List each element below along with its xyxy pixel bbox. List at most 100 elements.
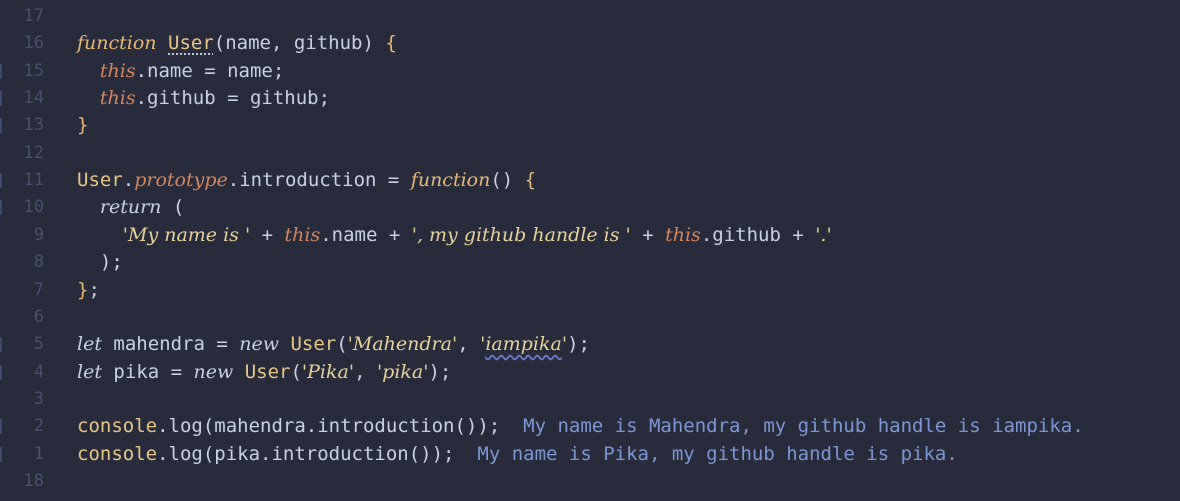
code-token: ; bbox=[88, 278, 100, 301]
code-line[interactable]: 10 return ( bbox=[0, 194, 1180, 221]
code-token: . bbox=[122, 169, 135, 192]
code-line[interactable]: 11 User.prototype.introduction = function… bbox=[0, 167, 1180, 194]
line-number: 11 bbox=[23, 170, 44, 191]
line-number: 15 bbox=[23, 60, 44, 81]
code-text: function User(name, github) { bbox=[77, 30, 397, 57]
line-number: 13 bbox=[23, 115, 44, 136]
code-line[interactable]: 3 bbox=[0, 386, 1180, 413]
line-number: 17 bbox=[23, 6, 44, 26]
code-token: this bbox=[665, 223, 701, 246]
code-text: 'My name is ' + this.name + ', my github… bbox=[77, 222, 832, 249]
code-token: () bbox=[490, 169, 525, 192]
line-number: 10 bbox=[23, 197, 44, 218]
line-number: 8 bbox=[33, 252, 44, 273]
code-line[interactable]: 18 bbox=[0, 468, 1180, 495]
code-token: new bbox=[193, 360, 234, 383]
code-text: let pika = new User('Pika', 'pika'); bbox=[77, 359, 451, 386]
code-token: '.' bbox=[815, 223, 832, 246]
code-token: pika = bbox=[101, 360, 194, 383]
code-text: let mahendra = new User('Mahendra', 'iam… bbox=[77, 331, 590, 358]
code-line[interactable]: 13} bbox=[0, 112, 1180, 139]
inline-output: My name is Pika, my github handle is pik… bbox=[454, 442, 958, 465]
code-token: { bbox=[524, 169, 537, 192]
line-number: 6 bbox=[33, 306, 44, 327]
code-text: return ( bbox=[77, 194, 184, 221]
code-line[interactable]: 16 function User(name, github) { bbox=[0, 30, 1180, 57]
line-number: 5 bbox=[33, 334, 44, 355]
code-token: User bbox=[77, 169, 123, 192]
code-token: console bbox=[77, 442, 158, 465]
code-token: prototype bbox=[134, 169, 228, 192]
code-token: .log(pika.introduction()); bbox=[157, 442, 455, 465]
code-text: console.log(mahendra.introduction()); My… bbox=[77, 413, 1084, 440]
code-token: .name + bbox=[320, 223, 412, 246]
code-text: } bbox=[77, 112, 88, 139]
code-token: ( bbox=[290, 360, 302, 383]
code-token: ); bbox=[567, 333, 590, 356]
code-line[interactable]: 14 this.github = github; bbox=[0, 85, 1180, 112]
code-token: User bbox=[168, 32, 214, 55]
code-token: ( bbox=[161, 196, 185, 219]
code-token: .github + bbox=[700, 223, 816, 246]
code-token: let bbox=[77, 360, 102, 383]
code-line[interactable]: 7}; bbox=[0, 277, 1180, 304]
code-token: , bbox=[354, 360, 377, 383]
code-token: 'Mahendra' bbox=[347, 333, 458, 356]
code-line[interactable]: 12 bbox=[0, 140, 1180, 167]
code-text: }; bbox=[77, 277, 100, 304]
code-token: ); bbox=[77, 251, 123, 274]
code-token: .name = name; bbox=[135, 59, 285, 82]
code-token: function bbox=[410, 169, 491, 192]
line-number: 9 bbox=[33, 224, 44, 245]
code-token: function bbox=[77, 32, 157, 55]
code-line[interactable]: 5 let mahendra = new User('Mahendra', 'ia… bbox=[0, 331, 1180, 358]
inline-output: My name is Mahendra, my github handle is… bbox=[500, 415, 1084, 438]
code-token: } bbox=[77, 114, 89, 137]
code-token: mahendra = bbox=[101, 333, 240, 356]
code-editor[interactable]: 17 16 function User(name, github) {15 this… bbox=[0, 0, 1180, 501]
code-token: this bbox=[99, 87, 136, 110]
line-number: 18 bbox=[23, 470, 44, 491]
code-token: (name, github) bbox=[213, 32, 386, 55]
line-number: 12 bbox=[23, 142, 44, 163]
code-token: console bbox=[77, 415, 158, 438]
code-token: this bbox=[284, 223, 321, 246]
code-token: let bbox=[77, 333, 102, 356]
code-text: console.log(pika.introduction()); My nam… bbox=[77, 441, 958, 468]
code-token: , bbox=[457, 333, 481, 356]
code-line[interactable]: 9 'My name is ' + this.name + ', my gith… bbox=[0, 222, 1180, 249]
code-line[interactable]: 2 console.log(mahendra.introduction()); M… bbox=[0, 413, 1180, 440]
code-token: .introduction = bbox=[227, 169, 411, 192]
code-token: + bbox=[250, 223, 285, 246]
code-token: return bbox=[99, 196, 162, 219]
code-token: this bbox=[99, 59, 136, 82]
line-number: 4 bbox=[33, 361, 44, 382]
code-token: ); bbox=[428, 360, 452, 383]
code-line[interactable]: 6 bbox=[0, 304, 1180, 331]
code-token: 'pika' bbox=[376, 360, 429, 383]
code-token: ( bbox=[336, 333, 348, 356]
line-number: 2 bbox=[33, 416, 44, 437]
code-line[interactable]: 4 let pika = new User('Pika', 'pika'); bbox=[0, 359, 1180, 386]
code-line[interactable]: 8 ); bbox=[0, 249, 1180, 276]
line-number: 3 bbox=[33, 388, 44, 409]
code-text: this.github = github; bbox=[77, 85, 330, 112]
code-line[interactable]: 15 this.name = name; bbox=[0, 58, 1180, 85]
code-line[interactable]: 17 bbox=[0, 3, 1180, 30]
code-token: new bbox=[239, 333, 279, 356]
code-token: ', my github handle is ' bbox=[411, 223, 631, 246]
line-number: 16 bbox=[23, 33, 44, 54]
code-line[interactable]: 1 console.log(pika.introduction()); My na… bbox=[0, 441, 1180, 468]
code-token: } bbox=[77, 278, 89, 301]
code-token: 'Pika' bbox=[301, 360, 355, 383]
code-text: ); bbox=[77, 249, 123, 276]
code-token: 'My name is ' bbox=[122, 223, 251, 246]
code-token: User bbox=[290, 333, 337, 356]
